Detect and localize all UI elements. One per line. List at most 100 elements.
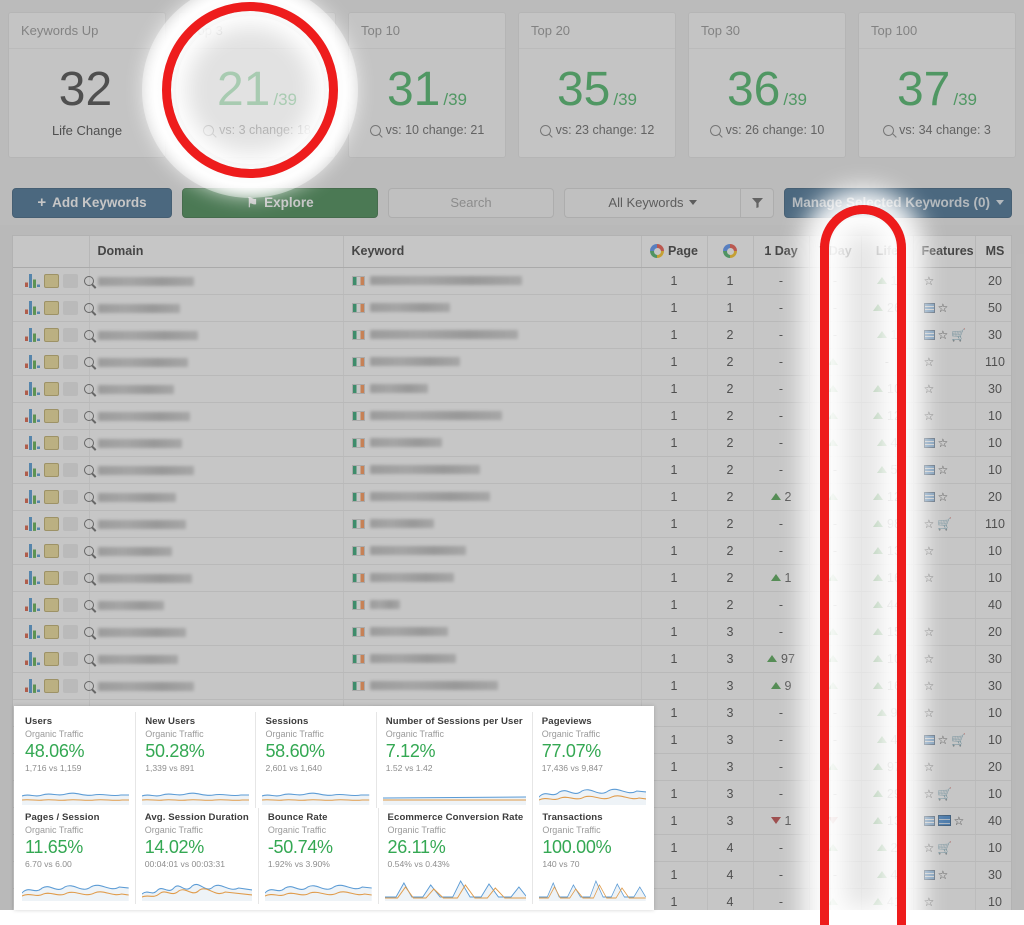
chart-icon[interactable]: [25, 327, 40, 342]
star-icon[interactable]: ☆: [938, 734, 949, 746]
snippet-icon[interactable]: [923, 329, 935, 340]
th-1-day[interactable]: 1 Day: [753, 236, 810, 268]
table-row[interactable]: 1 3 9 16 ☆ 30: [13, 672, 1011, 700]
snippet-icon[interactable]: [923, 491, 935, 502]
link-icon[interactable]: [63, 651, 78, 666]
search-icon[interactable]: [84, 572, 94, 583]
search-icon[interactable]: [84, 410, 94, 421]
search-icon[interactable]: [84, 356, 94, 367]
note-icon[interactable]: [44, 435, 59, 450]
cell-domain[interactable]: [89, 267, 344, 295]
snippet-icon[interactable]: [923, 869, 935, 880]
cell-domain[interactable]: [89, 537, 344, 565]
snippet-icon[interactable]: [923, 437, 935, 448]
search-icon[interactable]: [84, 275, 94, 286]
chart-icon[interactable]: [25, 354, 40, 369]
chart-icon[interactable]: [25, 597, 40, 612]
chart-icon[interactable]: [25, 381, 40, 396]
stat-card-keywords-up[interactable]: Keywords Up 32 Life Change: [8, 12, 166, 158]
cell-keyword[interactable]: [343, 483, 642, 511]
cell-keyword[interactable]: [343, 267, 642, 295]
star-icon[interactable]: ☆: [924, 653, 935, 665]
search-icon[interactable]: [84, 302, 94, 313]
cell-keyword[interactable]: [343, 537, 642, 565]
note-icon[interactable]: [44, 462, 59, 477]
link-icon[interactable]: [63, 327, 78, 342]
chart-icon[interactable]: [25, 300, 40, 315]
star-icon[interactable]: ☆: [938, 869, 949, 881]
stat-card-top-100[interactable]: Top 100 37/39 vs: 34 change: 3: [858, 12, 1016, 158]
stat-card-top-3[interactable]: Top 3 21/39 vs: 3 change: 18: [178, 12, 336, 158]
note-icon[interactable]: [44, 327, 59, 342]
note-icon[interactable]: [44, 516, 59, 531]
chart-icon[interactable]: [25, 678, 40, 693]
note-icon[interactable]: [44, 543, 59, 558]
link-icon[interactable]: [63, 624, 78, 639]
cell-domain[interactable]: [89, 564, 344, 592]
table-row[interactable]: 1 2- -13 ☆ 10: [13, 537, 1011, 565]
chart-icon[interactable]: [25, 435, 40, 450]
cart-icon[interactable]: 🛒: [937, 842, 952, 854]
table-row[interactable]: 1 2 2 12 ☆ 20: [13, 483, 1011, 511]
cart-icon[interactable]: 🛒: [937, 788, 952, 800]
th-features[interactable]: Features: [913, 236, 976, 268]
cell-keyword[interactable]: [343, 618, 642, 646]
star-icon[interactable]: ☆: [938, 329, 949, 341]
table-row[interactable]: 1 2- -98 ☆ 🛒 110: [13, 510, 1011, 538]
chart-icon[interactable]: [25, 408, 40, 423]
star-icon[interactable]: ☆: [938, 302, 949, 314]
link-icon[interactable]: [63, 435, 78, 450]
search-icon[interactable]: [84, 545, 94, 556]
search-icon[interactable]: [84, 518, 94, 529]
link-icon[interactable]: [63, 354, 78, 369]
note-icon[interactable]: [44, 408, 59, 423]
star-icon[interactable]: ☆: [938, 491, 949, 503]
table-row[interactable]: 1 2-12 ☆ 10: [13, 402, 1011, 430]
cell-domain[interactable]: [89, 591, 344, 619]
snippet-icon[interactable]: [923, 302, 935, 313]
cell-keyword[interactable]: [343, 672, 642, 700]
chart-icon[interactable]: [25, 570, 40, 585]
manage-selected-keywords-button[interactable]: Manage Selected Keywords (0): [784, 187, 1012, 218]
star-icon[interactable]: ☆: [924, 572, 935, 584]
note-icon[interactable]: [44, 354, 59, 369]
cell-keyword[interactable]: [343, 510, 642, 538]
star-icon[interactable]: ☆: [924, 626, 935, 638]
chart-icon[interactable]: [25, 543, 40, 558]
chart-icon[interactable]: [25, 462, 40, 477]
star-icon[interactable]: ☆: [924, 896, 935, 908]
snippet-icon[interactable]: [923, 464, 935, 475]
th-domain[interactable]: Domain: [89, 236, 344, 268]
table-row[interactable]: 1 2- 4 ☆ 10: [13, 429, 1011, 457]
star-icon[interactable]: ☆: [924, 275, 935, 287]
cell-domain[interactable]: [89, 375, 344, 403]
search-icon[interactable]: [84, 464, 94, 475]
table-row[interactable]: 1 2- - ☆ 110: [13, 348, 1011, 376]
search-icon[interactable]: [84, 680, 94, 691]
chart-icon[interactable]: [25, 273, 40, 288]
table-row[interactable]: 1 1- -26 ☆ 50: [13, 294, 1011, 322]
cell-domain[interactable]: [89, 402, 344, 430]
image-pack-icon[interactable]: [937, 815, 951, 826]
filter-button[interactable]: [740, 187, 774, 218]
star-icon[interactable]: ☆: [938, 437, 949, 449]
cart-icon[interactable]: 🛒: [951, 329, 966, 341]
star-icon[interactable]: ☆: [924, 707, 935, 719]
star-icon[interactable]: ☆: [924, 788, 935, 800]
star-icon[interactable]: ☆: [924, 383, 935, 395]
cell-domain[interactable]: [89, 510, 344, 538]
cell-keyword[interactable]: [343, 321, 642, 349]
table-row[interactable]: 1 2- -1 ☆ 🛒 30: [13, 321, 1011, 349]
cell-domain[interactable]: [89, 456, 344, 484]
table-row[interactable]: 1 2 1 16 ☆ 10: [13, 564, 1011, 592]
star-icon[interactable]: ☆: [924, 680, 935, 692]
chart-icon[interactable]: [25, 489, 40, 504]
link-icon[interactable]: [63, 597, 78, 612]
star-icon[interactable]: ☆: [924, 356, 935, 368]
th-google[interactable]: [707, 236, 754, 268]
search-icon[interactable]: [84, 599, 94, 610]
cell-domain[interactable]: [89, 672, 344, 700]
cell-keyword[interactable]: [343, 591, 642, 619]
table-row[interactable]: 1 1- -1 ☆ 20: [13, 267, 1011, 295]
search-icon[interactable]: [84, 626, 94, 637]
